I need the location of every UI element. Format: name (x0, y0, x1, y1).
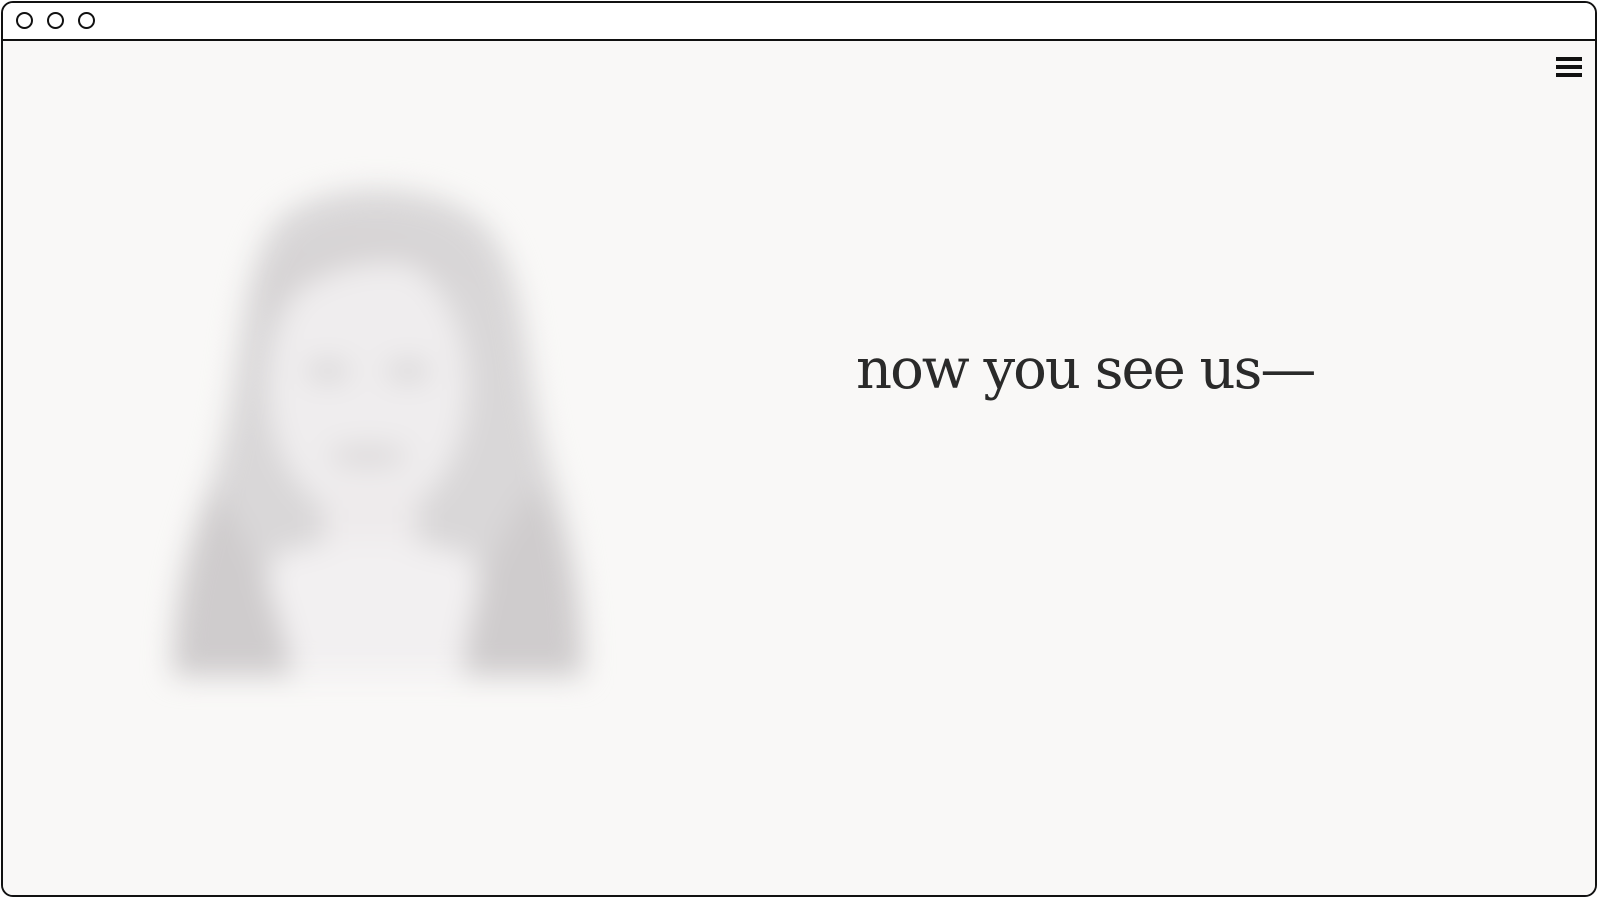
portrait-image (153, 156, 593, 676)
browser-window: now you see us— (1, 1, 1597, 897)
minimize-window-button[interactable] (47, 12, 64, 29)
window-titlebar (3, 3, 1595, 41)
blurred-portrait-icon (173, 189, 583, 676)
hero-tagline: now you see us— (856, 337, 1316, 402)
close-window-button[interactable] (16, 12, 33, 29)
page-content: now you see us— (3, 41, 1595, 895)
maximize-window-button[interactable] (78, 12, 95, 29)
hamburger-menu-icon (1556, 57, 1582, 77)
menu-button[interactable] (1555, 53, 1583, 81)
